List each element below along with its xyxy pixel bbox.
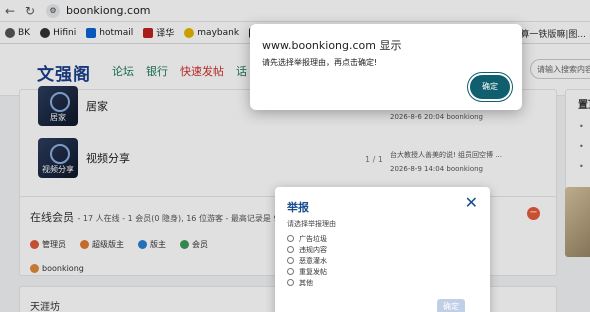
report-submit-button[interactable]: 确定	[437, 299, 465, 312]
reason-option[interactable]: 重复发帖	[287, 266, 327, 277]
reason-option[interactable]: 广告垃圾	[287, 233, 327, 244]
reason-option[interactable]: 违规内容	[287, 244, 327, 255]
reason-option[interactable]: 恶意灌水	[287, 255, 327, 266]
reason-option[interactable]: 其他	[287, 277, 327, 288]
report-title: 举报	[287, 201, 309, 214]
radio-icon[interactable]	[287, 268, 294, 275]
alert-message: 请先选择举报理由，再点击确定!	[262, 58, 378, 67]
radio-icon[interactable]	[287, 257, 294, 264]
alert-title: www.boonkiong.com 显示	[262, 39, 402, 52]
alert-dialog: www.boonkiong.com 显示 请先选择举报理由，再点击确定! 确定	[250, 24, 522, 110]
report-modal: 举报 ✕ 请选择举报理由 广告垃圾 违规内容 恶意灌水 重复发帖 其他 确定	[275, 187, 490, 312]
alert-ok-button[interactable]: 确定	[470, 75, 510, 99]
close-icon[interactable]: ✕	[465, 195, 478, 211]
radio-icon[interactable]	[287, 279, 294, 286]
radio-icon[interactable]	[287, 235, 294, 242]
radio-icon[interactable]	[287, 246, 294, 253]
report-prompt: 请选择举报理由	[287, 220, 336, 228]
report-reasons: 广告垃圾 违规内容 恶意灌水 重复发帖 其他	[287, 233, 327, 288]
